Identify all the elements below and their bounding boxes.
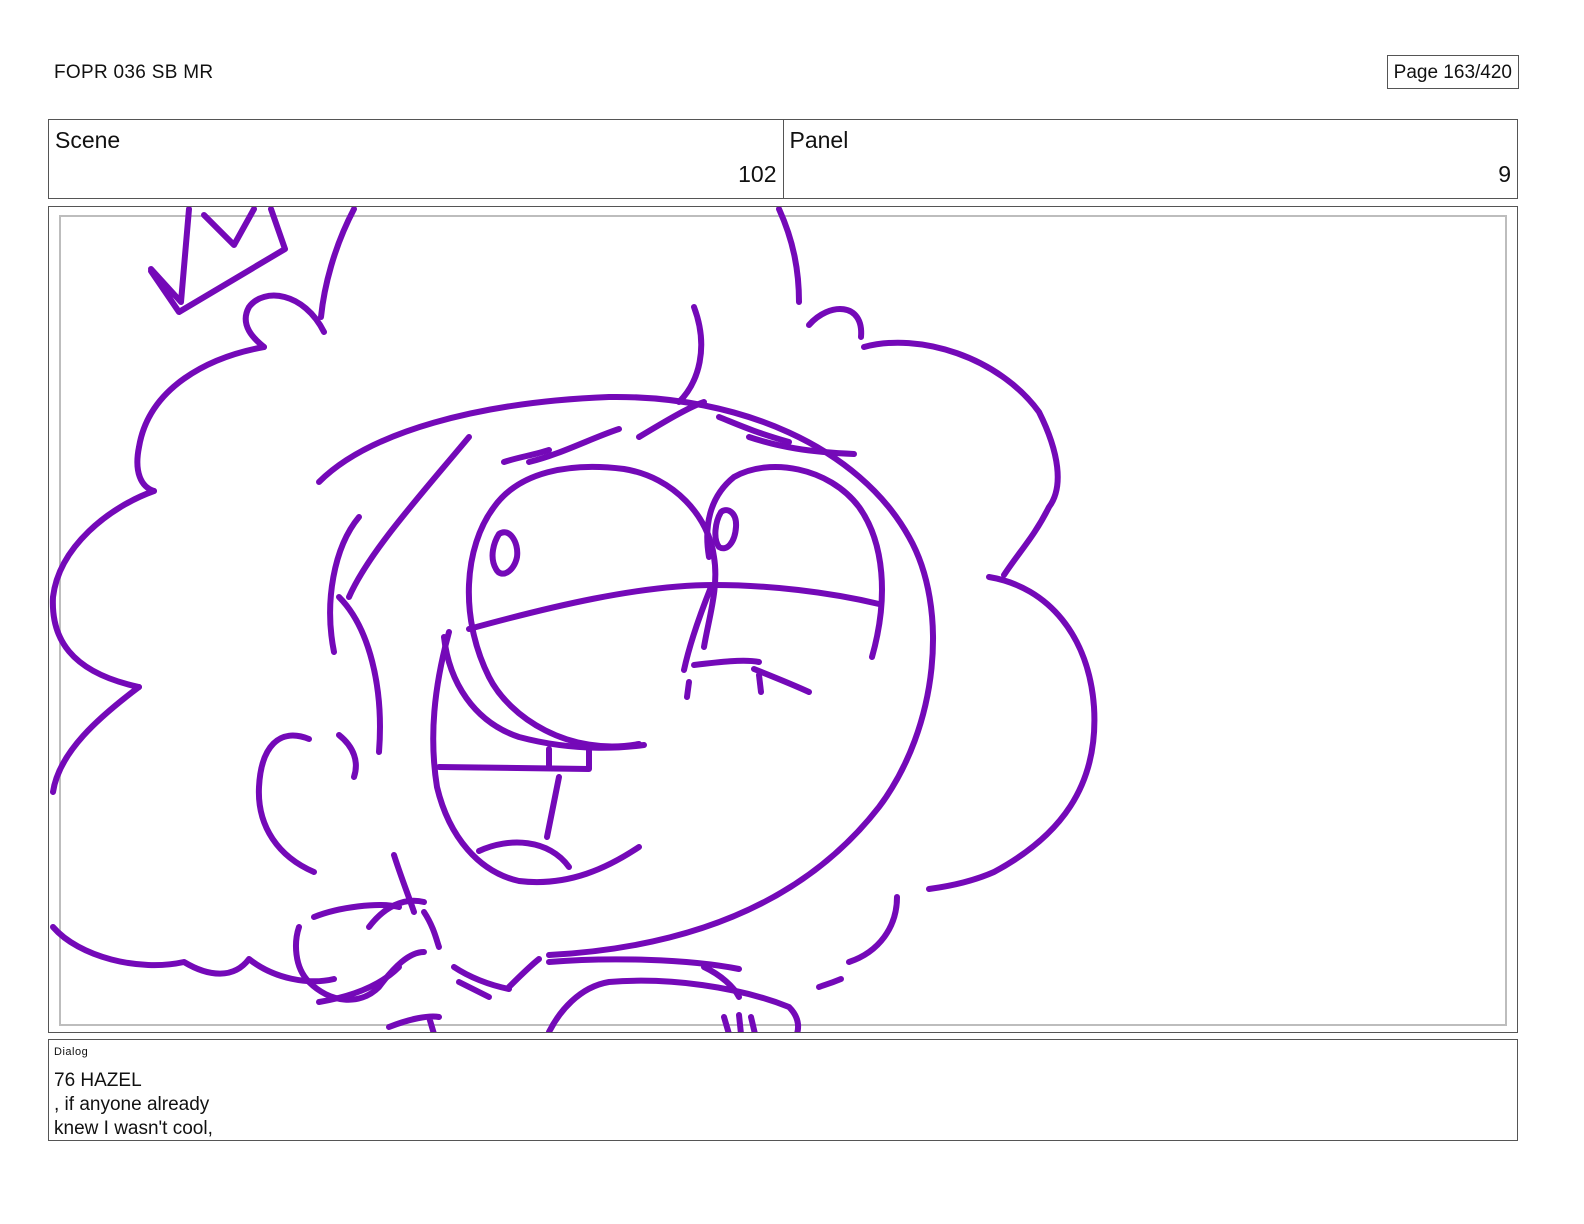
scene-panel-info: Scene 102 Panel 9 <box>48 119 1518 199</box>
dialog-text: 76 HAZEL , if anyone already knew I wasn… <box>54 1069 213 1141</box>
dialog-label: Dialog <box>54 1046 89 1058</box>
scene-cell: Scene 102 <box>49 120 783 198</box>
dialog-line: 76 HAZEL <box>54 1070 142 1091</box>
character-sketch <box>49 207 1098 1032</box>
page-number-badge: Page 163/420 <box>1386 55 1519 89</box>
dialog-line: , if anyone already <box>54 1094 210 1115</box>
storyboard-panel <box>48 206 1518 1033</box>
panel-label: Panel <box>789 127 849 153</box>
panel-number: 9 <box>1498 161 1511 187</box>
dialog-line: knew I wasn't cool, <box>54 1118 213 1139</box>
document-title: FOPR 036 SB MR <box>54 62 214 83</box>
panel-cell: Panel 9 <box>782 120 1518 198</box>
scene-number: 102 <box>738 161 777 187</box>
scene-label: Scene <box>55 127 121 153</box>
dialog-box: Dialog 76 HAZEL , if anyone already knew… <box>48 1039 1518 1141</box>
